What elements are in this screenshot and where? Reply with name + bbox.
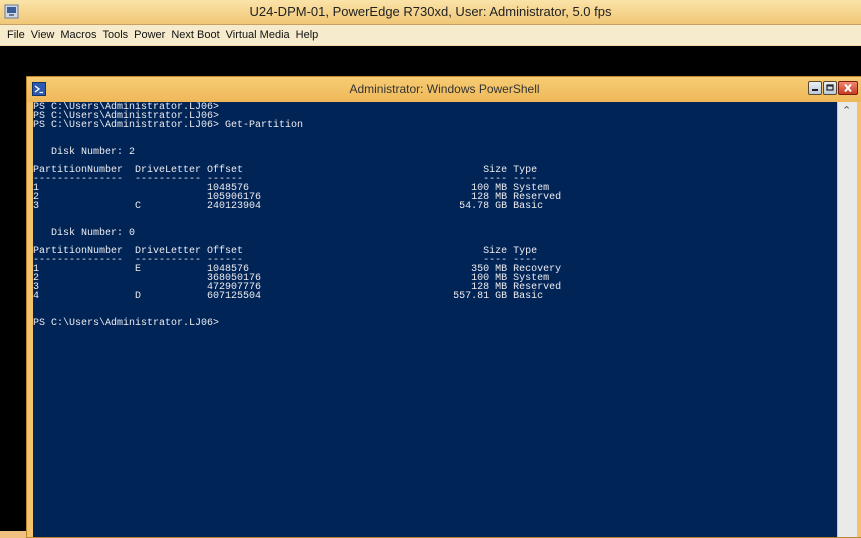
menu-file[interactable]: File (0, 26, 28, 41)
powershell-titlebar[interactable]: Administrator: Windows PowerShell (27, 77, 861, 102)
menu-view[interactable]: View (28, 26, 58, 41)
viewer-title: U24-DPM-01, PowerEdge R730xd, User: Admi… (249, 4, 612, 19)
maximize-icon (826, 84, 834, 91)
console-scrollbar[interactable]: ⌃ (837, 102, 857, 537)
menu-bar: File View Macros Tools Power Next Boot Virtual… (0, 25, 861, 45)
scroll-up-icon[interactable]: ⌃ (842, 104, 851, 117)
menu-power[interactable]: Power (131, 26, 168, 41)
powershell-title: Administrator: Windows PowerShell (349, 82, 540, 96)
console-line: 4 D 607125504 557.81 GB Basic (33, 291, 544, 302)
menu-macros[interactable]: Macros (57, 26, 99, 41)
close-button[interactable] (838, 81, 858, 95)
remote-desktop[interactable]: Administrator: Windows PowerShell PS C:\… (0, 46, 861, 538)
console-line: 3 C 240123904 54.78 GB Basic (33, 201, 544, 212)
minimize-button[interactable] (808, 81, 822, 95)
console-output: PS C:\Users\Administrator.LJ06> PS C:\Use… (33, 102, 837, 329)
menu-tools[interactable]: Tools (99, 26, 131, 41)
console-line: Disk Number: 2 (33, 147, 136, 158)
maximize-button[interactable] (823, 81, 837, 95)
minimize-icon (812, 89, 818, 91)
powershell-console[interactable]: PS C:\Users\Administrator.LJ06> PS C:\Use… (33, 102, 837, 537)
menu-virtual-media[interactable]: Virtual Media (223, 26, 293, 41)
powershell-window: Administrator: Windows PowerShell PS C:\… (26, 76, 861, 538)
menu-next-boot[interactable]: Next Boot (168, 26, 222, 41)
console-line: PS C:\Users\Administrator.LJ06> (33, 318, 220, 329)
viewer-titlebar: U24-DPM-01, PowerEdge R730xd, User: Admi… (0, 0, 861, 25)
close-icon (844, 83, 852, 93)
console-line: PS C:\Users\Administrator.LJ06> Get-Part… (33, 120, 304, 131)
menu-help[interactable]: Help (293, 26, 322, 41)
console-line: Disk Number: 0 (33, 228, 136, 239)
remote-viewer-window: U24-DPM-01, PowerEdge R730xd, User: Admi… (0, 0, 861, 538)
